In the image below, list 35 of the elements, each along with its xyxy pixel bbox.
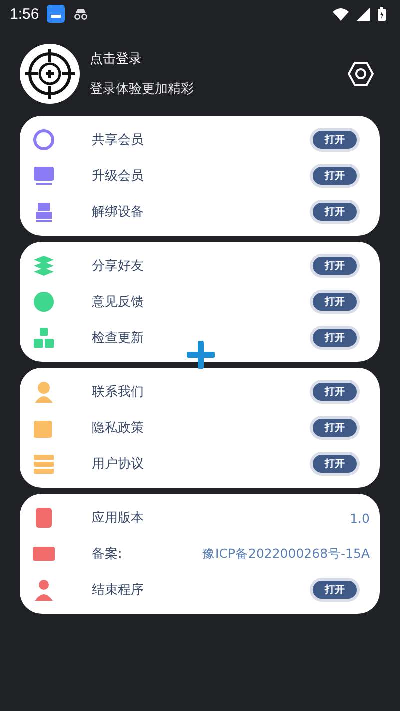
crosshair-avatar-icon[interactable] (20, 44, 80, 104)
battery-icon (378, 7, 386, 21)
open-button[interactable]: 打开 (310, 380, 360, 404)
open-button[interactable]: 打开 (310, 164, 360, 188)
open-button[interactable]: 打开 (310, 452, 360, 476)
open-button[interactable]: 打开 (310, 290, 360, 314)
menu-item-label: 分享好友 (92, 258, 145, 275)
wifi-icon (333, 8, 349, 20)
menu-item-label: 应用版本 (92, 510, 145, 527)
menu-item-label: 隐私政策 (92, 420, 145, 437)
menu-item-label: 升级会员 (92, 168, 145, 185)
open-button[interactable]: 打开 (310, 416, 360, 440)
status-time: 1:56 (10, 6, 40, 22)
incognito-icon (73, 8, 90, 20)
open-button[interactable]: 打开 (310, 128, 360, 152)
menu-item-label: 意见反馈 (92, 294, 145, 311)
menu-item-value: 1.0 (350, 510, 370, 526)
menu-item-label: 用户协议 (92, 456, 145, 473)
login-title[interactable]: 点击登录 (90, 50, 348, 68)
menu-item-label: 联系我们 (92, 384, 145, 401)
open-button[interactable]: 打开 (310, 200, 360, 224)
open-button[interactable]: 打开 (310, 254, 360, 278)
menu-item-label: 解绑设备 (92, 204, 145, 221)
settings-icon[interactable] (348, 61, 374, 87)
open-button[interactable]: 打开 (310, 326, 360, 350)
login-subtitle: 登录体验更加精彩 (90, 81, 195, 98)
app-notification-icon (47, 5, 66, 23)
menu-item-label: 共享会员 (92, 132, 145, 149)
signal-icon (357, 8, 370, 20)
menu-item-label: 备案: (92, 546, 124, 563)
menu-item-value: 豫ICP备2022000268号-15A (202, 546, 370, 562)
plus-icon[interactable] (187, 341, 215, 369)
menu-item-label: 检查更新 (92, 330, 145, 347)
open-button[interactable]: 打开 (310, 578, 360, 602)
menu-item-label: 结束程序 (92, 582, 145, 599)
